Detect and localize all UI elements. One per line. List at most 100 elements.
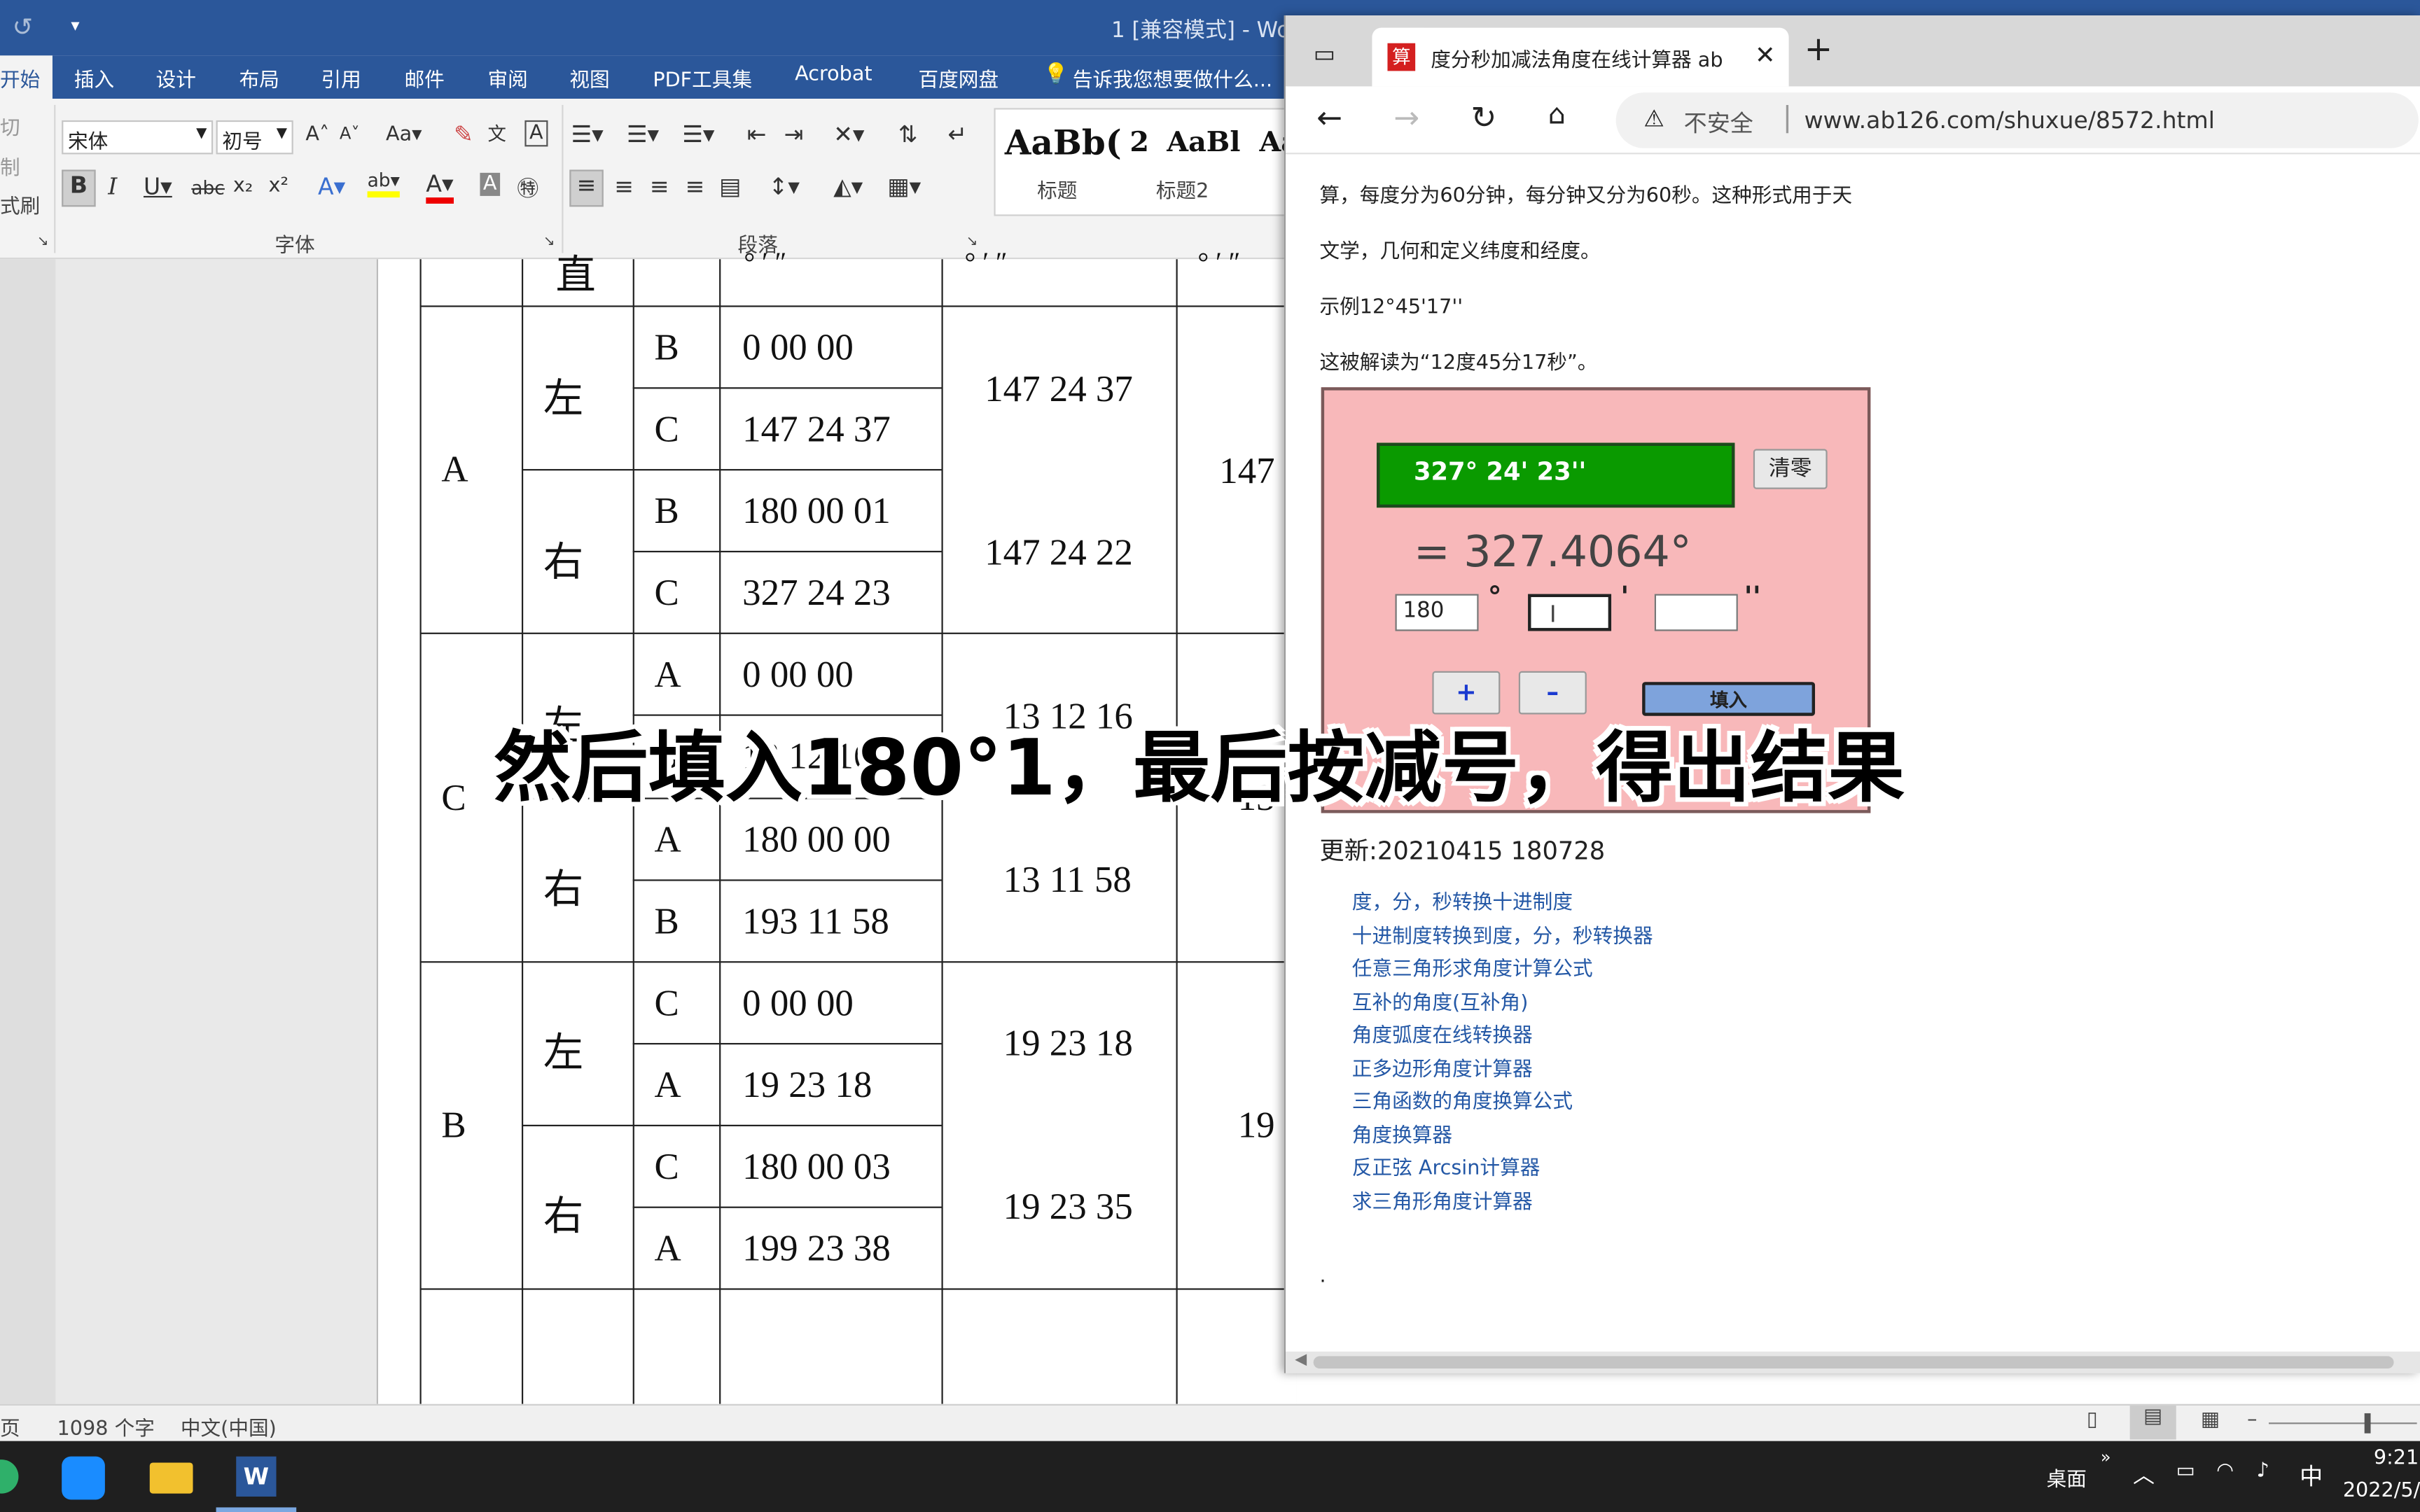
observation-table: 直 ° ′ ″ ° ′ ″ ° ′ ″ A 左 右 B C B C 0 00 0… (0, 0, 1297, 1404)
station-label: A (441, 450, 468, 491)
chevron-right-icon[interactable]: » (2101, 1447, 2111, 1467)
reading-value: 180 00 03 (742, 1147, 891, 1189)
target-label: C (654, 573, 679, 615)
target-label: C (654, 410, 679, 451)
calc-display: 327° 24' 23'' (1377, 442, 1735, 508)
desktop-toolbar[interactable]: 桌面 (2047, 1462, 2087, 1492)
face-right-label: 右 (543, 867, 584, 913)
related-link[interactable]: 任意三角形求角度计算公式 (1352, 952, 1593, 981)
related-link[interactable]: 角度换算器 (1352, 1119, 1452, 1148)
face-right-label: 右 (543, 540, 584, 587)
word-count[interactable]: 1098 个字 (57, 1412, 155, 1441)
half-angle-value: 19 23 35 (1003, 1188, 1133, 1228)
volume-icon[interactable]: ♪ (2256, 1460, 2269, 1483)
clock-time[interactable]: 9:21 (2374, 1447, 2419, 1470)
reading-value: 193 11 58 (742, 902, 889, 943)
table-cell: ° ′ ″ (1197, 246, 1241, 278)
print-layout-icon[interactable]: ▤ (2129, 1405, 2176, 1440)
face-left-label: 左 (543, 1030, 584, 1077)
site-favicon-icon: 算 (1387, 43, 1416, 71)
scrollbar-thumb[interactable] (1313, 1356, 2394, 1369)
zoom-slider[interactable] (2269, 1422, 2417, 1424)
text-cursor-icon: I (1549, 600, 1557, 629)
target-label: C (654, 1147, 679, 1189)
insecure-label[interactable]: 不安全 (1684, 106, 1753, 139)
forward-icon[interactable]: → (1393, 99, 1419, 136)
scroll-left-icon[interactable]: ◀ (1295, 1352, 1307, 1368)
intro-text: 文学，几何和定义纬度和经度。 (1319, 240, 1601, 264)
ime-indicator[interactable]: 中 (2300, 1460, 2323, 1492)
example-text: 示例12°45'17'' (1319, 296, 1463, 320)
station-label: B (441, 1106, 466, 1147)
reading-value: 0 00 00 (742, 328, 854, 369)
half-angle-value: 13 11 58 (1003, 860, 1132, 902)
warning-icon[interactable]: ⚠ (1643, 105, 1664, 133)
half-angle-value: 147 24 37 (985, 370, 1133, 411)
related-link[interactable]: 求三角形角度计算器 (1352, 1185, 1533, 1214)
video-caption: 然后填入180°1，最后按减号，得出结果 (494, 723, 1905, 813)
target-label: B (654, 492, 679, 533)
related-link[interactable]: 三角函数的角度换算公式 (1352, 1084, 1573, 1114)
decimal-result: = 327.4064° (1413, 526, 1692, 578)
table-cell: ° ′ ″ (744, 246, 787, 278)
address-bar[interactable]: ⚠ 不安全 | www.ab126.com/shuxue/8572.html (1615, 92, 2419, 148)
related-link[interactable]: 正多边形角度计算器 (1352, 1052, 1533, 1082)
one-round-value: 19 (1237, 1106, 1275, 1147)
related-link[interactable]: 十进制度转换到度，分，秒转换器 (1352, 920, 1653, 948)
new-tab-icon[interactable]: + (1804, 31, 1833, 69)
reload-icon[interactable]: ↻ (1471, 99, 1497, 136)
face-left-label: 左 (543, 376, 584, 423)
zoom-slider-thumb[interactable] (2364, 1413, 2371, 1434)
language-status[interactable]: 中文(中国) (181, 1412, 277, 1441)
back-icon[interactable]: ← (1316, 99, 1342, 136)
clock-date[interactable]: 2022/5/ (2343, 1480, 2420, 1503)
app-icon[interactable] (0, 1460, 19, 1494)
table-cell: ° ′ ″ (964, 246, 1008, 278)
second-symbol: '' (1744, 581, 1761, 615)
browser-window: ▭ 算 度分秒加减法角度在线计算器 ab ✕ + ← → ↻ ⌂ ⚠ 不安全 |… (1284, 15, 2420, 1373)
related-link[interactable]: 角度弧度在线转换器 (1352, 1018, 1533, 1048)
zoom-out-icon[interactable]: – (2247, 1408, 2257, 1432)
clear-button[interactable]: 清零 (1753, 449, 1828, 489)
target-label: A (654, 820, 681, 861)
tab-title: 度分秒加减法角度在线计算器 ab (1431, 49, 1723, 73)
tab-close-icon[interactable]: ✕ (1755, 40, 1776, 69)
chevron-up-icon[interactable]: ︿ (2133, 1460, 2155, 1490)
feishu-icon[interactable] (62, 1456, 105, 1500)
related-link[interactable]: 度，分，秒转换十进制度 (1352, 886, 1573, 915)
station-label: C (441, 779, 466, 820)
reading-value: 0 00 00 (742, 655, 854, 696)
home-icon[interactable]: ⌂ (1548, 99, 1566, 131)
browser-toolbar: ← → ↻ ⌂ ⚠ 不安全 | www.ab126.com/shuxue/857… (1286, 86, 2420, 155)
target-label: A (654, 655, 681, 696)
intro-text: 算，每度分为60分钟，每分钟又分为60秒。这种形式用于天 (1319, 185, 1853, 209)
face-right-label: 右 (543, 1194, 584, 1241)
word-status-bar: 页 1098 个字 中文(中国) ▯ ▤ ▦ – (0, 1404, 2420, 1441)
url-text[interactable]: www.ab126.com/shuxue/8572.html (1804, 106, 2215, 134)
degrees-input[interactable]: 180 (1395, 594, 1479, 631)
related-link[interactable]: 反正弦 Arcsin计算器 (1352, 1151, 1541, 1180)
battery-icon[interactable]: ▭ (2176, 1460, 2195, 1483)
reading-value: 180 00 01 (742, 492, 891, 533)
web-layout-icon[interactable]: ▦ (2201, 1408, 2220, 1432)
taskbar: W 桌面 » ︿ ▭ ◠ ♪ 中 9:21 2022/5/ (0, 1441, 2420, 1512)
target-label: B (654, 328, 679, 369)
minute-symbol: ' (1620, 581, 1629, 615)
read-mode-icon[interactable]: ▯ (2087, 1408, 2098, 1432)
word-taskbar-icon[interactable]: W (236, 1456, 277, 1497)
browser-tab[interactable]: 算 度分秒加减法角度在线计算器 ab ✕ (1372, 27, 1789, 87)
one-round-value: 147 (1219, 451, 1275, 493)
target-label: A (654, 1066, 681, 1107)
related-link[interactable]: 互补的角度(互补角) (1352, 986, 1529, 1015)
horizontal-scrollbar[interactable]: ◀ (1286, 1351, 2420, 1373)
reading-value: 19 23 18 (742, 1066, 872, 1107)
page-count: 页 (0, 1418, 20, 1441)
wifi-icon[interactable]: ◠ (2216, 1460, 2234, 1483)
minutes-input[interactable] (1528, 594, 1612, 631)
seconds-input[interactable] (1654, 594, 1738, 631)
target-label: A (654, 1229, 681, 1270)
tab-actions-icon[interactable]: ▭ (1314, 40, 1335, 68)
footer-dot: . (1319, 1265, 1326, 1289)
file-explorer-icon[interactable] (149, 1462, 193, 1494)
tab-strip: ▭ 算 度分秒加减法角度在线计算器 ab ✕ + (1286, 15, 2420, 87)
